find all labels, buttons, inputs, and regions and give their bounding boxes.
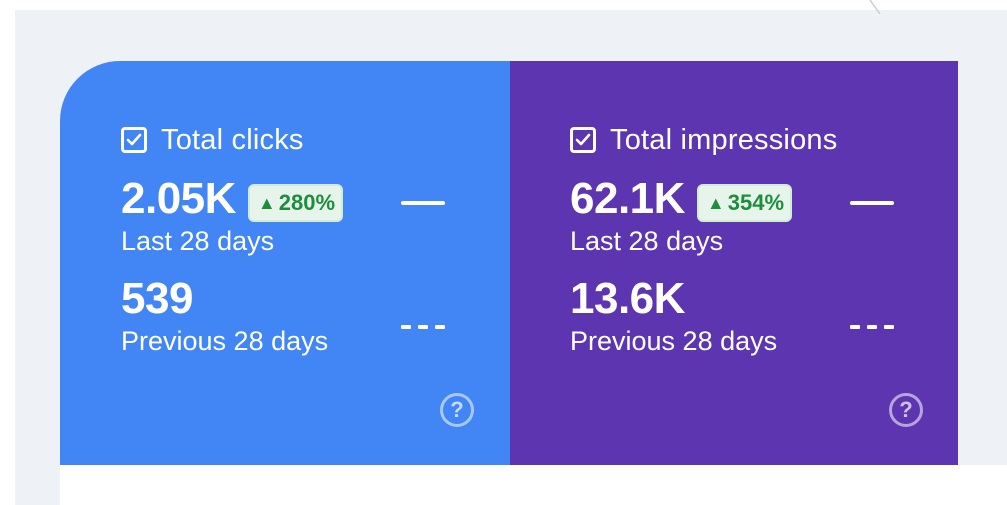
help-icon[interactable]: ?	[889, 393, 923, 427]
page: Total clicks 2.05K ▲ 280% Last 28 days 5…	[0, 0, 1007, 505]
triangle-up-icon: ▲	[257, 192, 276, 213]
chart-area	[60, 465, 1007, 505]
solid-line-legend-icon	[401, 201, 445, 205]
previous-period-label: Previous 28 days	[570, 326, 778, 356]
previous-value: 539	[121, 274, 193, 323]
current-value: 62.1K	[570, 174, 685, 223]
current-period-label: Last 28 days	[121, 226, 275, 256]
previous-period-label: Previous 28 days	[121, 326, 329, 356]
checkbox-icon[interactable]	[570, 127, 596, 153]
change-badge: ▲ 280%	[247, 184, 344, 222]
solid-line-legend-icon	[850, 201, 894, 205]
metric-title: Total impressions	[610, 123, 838, 156]
dashed-line-legend-icon	[850, 325, 894, 329]
metric-card-impressions[interactable]: Total impressions 62.1K ▲ 354% Last 28 d…	[510, 61, 958, 465]
current-value: 2.05K	[121, 174, 236, 223]
metric-cards: Total clicks 2.05K ▲ 280% Last 28 days 5…	[60, 61, 958, 465]
change-badge: ▲ 354%	[696, 184, 793, 222]
change-percent: 354%	[727, 190, 785, 215]
previous-value: 13.6K	[570, 274, 685, 323]
metric-title: Total clicks	[161, 123, 304, 156]
help-icon[interactable]: ?	[440, 393, 474, 427]
checkbox-icon[interactable]	[121, 127, 147, 153]
dashed-line-legend-icon	[401, 325, 445, 329]
triangle-up-icon: ▲	[706, 192, 725, 213]
current-period-label: Last 28 days	[570, 226, 724, 256]
change-percent: 280%	[278, 190, 336, 215]
divider-line	[868, 0, 890, 16]
metric-card-clicks[interactable]: Total clicks 2.05K ▲ 280% Last 28 days 5…	[60, 61, 510, 465]
